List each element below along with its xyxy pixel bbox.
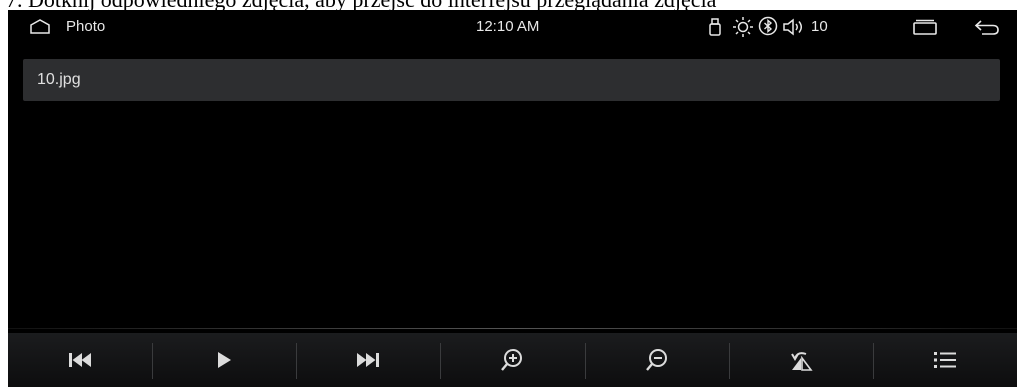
zoom-in-button[interactable]: [440, 333, 584, 387]
volume-level: 10: [811, 18, 828, 35]
status-bar: Photo 12:10 AM 10: [8, 10, 1017, 44]
next-button[interactable]: [296, 333, 440, 387]
volume-icon: [783, 18, 802, 36]
usb-icon: [709, 18, 721, 36]
rotate-button[interactable]: [728, 333, 873, 387]
playback-toolbar: [8, 333, 1017, 387]
file-name-bar: 10.jpg: [23, 59, 1000, 101]
brightness-icon: [733, 17, 753, 37]
recent-apps-icon[interactable]: [913, 19, 937, 35]
next-icon: [357, 353, 380, 367]
zoom-out-icon: [645, 349, 667, 371]
clock: 12:10 AM: [476, 18, 540, 35]
list-button[interactable]: [872, 333, 1017, 387]
previous-icon: [69, 353, 92, 367]
file-name: 10.jpg: [37, 71, 81, 88]
bluetooth-icon: [758, 16, 778, 36]
back-icon[interactable]: [974, 18, 1000, 36]
play-icon: [218, 352, 232, 368]
photo-viewer-screen: Photo 12:10 AM 10 10.jpg: [8, 10, 1017, 387]
zoom-in-icon: [501, 349, 523, 371]
app-title: Photo: [66, 18, 106, 35]
home-icon[interactable]: [30, 19, 50, 34]
previous-button[interactable]: [8, 333, 152, 387]
toolbar-divider: [8, 328, 1017, 329]
list-icon: [933, 352, 956, 368]
rotate-icon: [790, 352, 813, 371]
play-button[interactable]: [152, 333, 296, 387]
zoom-out-button[interactable]: [584, 333, 729, 387]
